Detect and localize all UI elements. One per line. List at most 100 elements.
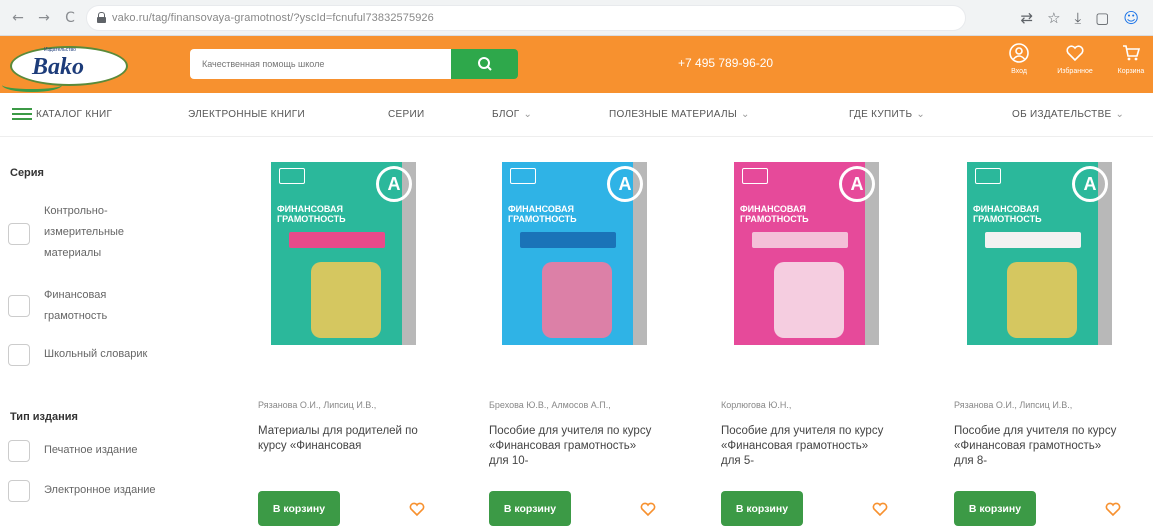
menu-icon[interactable] — [12, 108, 32, 121]
product-title[interactable]: Пособие для учителя по курсу «Финансовая… — [954, 424, 1122, 470]
login-label: Вход — [1011, 68, 1027, 75]
nav-ebooks[interactable]: ЭЛЕКТРОННЫЕ КНИГИ — [188, 109, 305, 120]
product-title[interactable]: Пособие для учителя по курсу «Финансовая… — [721, 424, 889, 470]
product-author[interactable]: Рязанова О.И., Липсиц И.В., — [954, 400, 1072, 410]
heart-icon[interactable] — [408, 500, 426, 518]
search-form — [190, 49, 518, 79]
cover-title: ФИНАНСОВАЯ ГРАМОТНОСТЬ — [973, 204, 1042, 224]
cover-plate — [752, 232, 848, 248]
cover-plate — [985, 232, 1081, 248]
nav-about-label: ОБ ИЗДАТЕЛЬСТВЕ — [1012, 109, 1112, 120]
add-to-cart-button[interactable]: В корзину — [489, 491, 571, 526]
checkbox[interactable] — [8, 223, 30, 245]
checkbox[interactable] — [8, 440, 30, 462]
add-to-cart-button[interactable]: В корзину — [258, 491, 340, 526]
nav-about[interactable]: ОБ ИЗДАТЕЛЬСТВЕ ⌄ — [1012, 109, 1124, 120]
chevron-down-icon: ⌄ — [523, 109, 533, 120]
cover-title: ФИНАНСОВАЯ ГРАМОТНОСТЬ — [740, 204, 809, 224]
phone-number[interactable]: +7 495 789-96-20 — [678, 56, 773, 70]
filter-option[interactable]: Печатное издание — [8, 440, 204, 462]
heart-icon — [1066, 45, 1084, 62]
translate-icon[interactable]: ⇄ — [1021, 9, 1034, 27]
search-button[interactable] — [451, 49, 518, 79]
cover-badge — [510, 168, 536, 184]
logo[interactable]: Издательство Bako — [2, 42, 130, 92]
heart-icon[interactable] — [639, 500, 657, 518]
login-button[interactable]: Вход — [997, 42, 1041, 75]
main-nav: КАТАЛОГ КНИГ ЭЛЕКТРОННЫЕ КНИГИ СЕРИИ БЛО… — [0, 93, 1153, 137]
search-icon — [477, 57, 492, 71]
nav-blog[interactable]: БЛОГ ⌄ — [492, 109, 532, 120]
filter-option[interactable]: Контрольно-измерительные материалы — [8, 201, 184, 264]
nav-series[interactable]: СЕРИИ — [388, 109, 424, 120]
product-title[interactable]: Пособие для учителя по курсу «Финансовая… — [489, 424, 657, 470]
cart-button[interactable]: Корзина — [1109, 42, 1153, 75]
cover-plate — [520, 232, 616, 248]
nav-materials-label: ПОЛЕЗНЫЕ МАТЕРИАЛЫ — [609, 109, 737, 120]
nav-catalog[interactable]: КАТАЛОГ КНИГ — [36, 109, 112, 120]
nav-where-to-buy[interactable]: ГДЕ КУПИТЬ ⌄ — [849, 109, 925, 120]
cover-grade-badge: A — [1072, 166, 1108, 202]
chevron-down-icon: ⌄ — [916, 109, 925, 120]
book-cover[interactable]: A ФИНАНСОВАЯ ГРАМОТНОСТЬ — [734, 162, 879, 345]
heart-icon[interactable] — [871, 500, 889, 518]
product-author[interactable]: Корлюгова Ю.Н., — [721, 400, 791, 410]
filter-option-label: Электронное издание — [44, 484, 156, 496]
product-title[interactable]: Материалы для родителей по курсу «Финанс… — [258, 424, 426, 470]
address-bar[interactable]: vako.ru/tag/finansovaya-gramotnost/?yscI… — [86, 4, 966, 31]
forward-button[interactable]: → — [34, 8, 54, 28]
heart-icon[interactable] — [1104, 500, 1122, 518]
cover-badge — [742, 168, 768, 184]
download-icon[interactable]: ⤓ — [1075, 9, 1082, 27]
logo-text: Bako — [32, 54, 85, 80]
nav-ebooks-label: ЭЛЕКТРОННЫЕ КНИГИ — [188, 109, 305, 120]
header-actions: Вход Избранное Корзина — [997, 42, 1153, 75]
logo-tagline: Издательство — [44, 47, 76, 53]
cart-label: Корзина — [1117, 68, 1145, 75]
reload-button[interactable]: C — [60, 8, 80, 28]
browser-toolbar: ← → C vako.ru/tag/finansovaya-gramotnost… — [0, 0, 1153, 36]
filter-series-title: Серия — [10, 167, 44, 179]
add-to-cart-button[interactable]: В корзину — [954, 491, 1036, 526]
search-input[interactable] — [190, 49, 451, 79]
favorites-button[interactable]: Избранное — [1053, 42, 1097, 75]
favorites-label: Избранное — [1057, 68, 1093, 75]
browser-actions: ⇄ ☆ ⤓ ▢ ☺ — [1021, 9, 1146, 27]
nav-materials[interactable]: ПОЛЕЗНЫЕ МАТЕРИАЛЫ ⌄ — [609, 109, 750, 120]
cover-badge — [975, 168, 1001, 184]
nav-blog-label: БЛОГ — [492, 109, 520, 120]
user-icon — [1009, 43, 1029, 63]
book-cover[interactable]: A ФИНАНСОВАЯ ГРАМОТНОСТЬ — [967, 162, 1112, 345]
cover-plate — [289, 232, 385, 248]
cover-grade-badge: A — [607, 166, 643, 202]
sidebar-icon[interactable]: ▢ — [1095, 9, 1109, 27]
filter-option[interactable]: Финансовая грамотность — [8, 285, 154, 327]
book-cover[interactable]: A ФИНАНСОВАЯ ГРАМОТНОСТЬ — [502, 162, 647, 345]
checkbox[interactable] — [8, 480, 30, 502]
nav-series-label: СЕРИИ — [388, 109, 425, 120]
filter-option-label: Школьный словарик — [44, 348, 148, 360]
site-header: Издательство Bako +7 495 789-96-20 Вход … — [0, 36, 1153, 93]
checkbox[interactable] — [8, 295, 30, 317]
star-icon[interactable]: ☆ — [1047, 9, 1060, 27]
cover-title: ФИНАНСОВАЯ ГРАМОТНОСТЬ — [277, 204, 346, 224]
cover-illustration — [774, 262, 844, 338]
filter-option[interactable]: Школьный словарик — [8, 344, 204, 366]
filter-option[interactable]: Электронное издание — [8, 480, 204, 502]
filter-type-title: Тип издания — [10, 411, 78, 423]
cover-illustration — [1007, 262, 1077, 338]
lock-icon — [97, 12, 106, 23]
book-cover[interactable]: A ФИНАНСОВАЯ ГРАМОТНОСТЬ — [271, 162, 416, 345]
filter-option-label: Финансовая грамотность — [44, 289, 108, 322]
nav-catalog-label: КАТАЛОГ КНИГ — [36, 109, 113, 120]
cart-icon — [1123, 45, 1141, 61]
product-author[interactable]: Рязанова О.И., Липсиц И.В., — [258, 400, 376, 410]
profile-icon[interactable]: ☺ — [1123, 9, 1139, 27]
add-to-cart-button[interactable]: В корзину — [721, 491, 803, 526]
product-author[interactable]: Брехова Ю.В., Алмосов А.П., — [489, 400, 611, 410]
back-button[interactable]: ← — [8, 8, 28, 28]
cover-badge — [279, 168, 305, 184]
url-text: vako.ru/tag/finansovaya-gramotnost/?yscI… — [112, 11, 434, 24]
checkbox[interactable] — [8, 344, 30, 366]
cover-illustration — [311, 262, 381, 338]
